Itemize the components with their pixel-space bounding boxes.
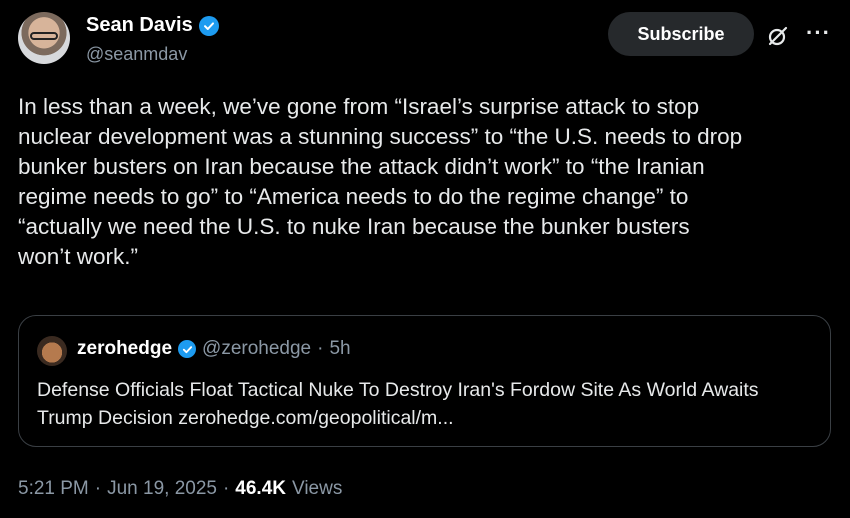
quoted-tweet-card[interactable]: zerohedge @zerohedge · 5h Defense Offici… — [18, 315, 831, 447]
tweet-time[interactable]: 5:21 PM — [18, 478, 89, 500]
author-name[interactable]: Sean Davis — [86, 14, 193, 37]
quoted-time[interactable]: 5h — [329, 338, 350, 360]
verified-badge-icon — [198, 15, 219, 36]
meta-separator: · — [94, 478, 102, 499]
tweet-date[interactable]: Jun 19, 2025 — [107, 478, 217, 500]
grok-icon[interactable] — [766, 24, 790, 48]
author-handle[interactable]: @seanmdav — [86, 44, 187, 65]
quoted-header: zerohedge @zerohedge · 5h — [77, 338, 351, 360]
quoted-handle[interactable]: @zerohedge — [202, 338, 311, 360]
tweet-meta: 5:21 PM · Jun 19, 2025 · 46.4K Views — [18, 478, 342, 500]
meta-separator: · — [222, 478, 230, 499]
quoted-name[interactable]: zerohedge — [77, 338, 172, 360]
more-icon[interactable]: ··· — [806, 20, 831, 46]
avatar-glasses — [30, 32, 58, 40]
author-avatar[interactable] — [18, 12, 70, 64]
quoted-avatar[interactable] — [37, 336, 67, 366]
tweet-text: In less than a week, we’ve gone from “Is… — [18, 94, 743, 269]
views-label: Views — [292, 478, 343, 499]
subscribe-button[interactable]: Subscribe — [608, 12, 754, 56]
verified-badge-icon — [178, 340, 197, 358]
quoted-text: Defense Officials Float Tactical Nuke To… — [37, 379, 759, 429]
quoted-separator: · — [317, 338, 324, 359]
views-count[interactable]: 46.4K — [235, 478, 286, 500]
author-name-row: Sean Davis — [86, 14, 219, 37]
